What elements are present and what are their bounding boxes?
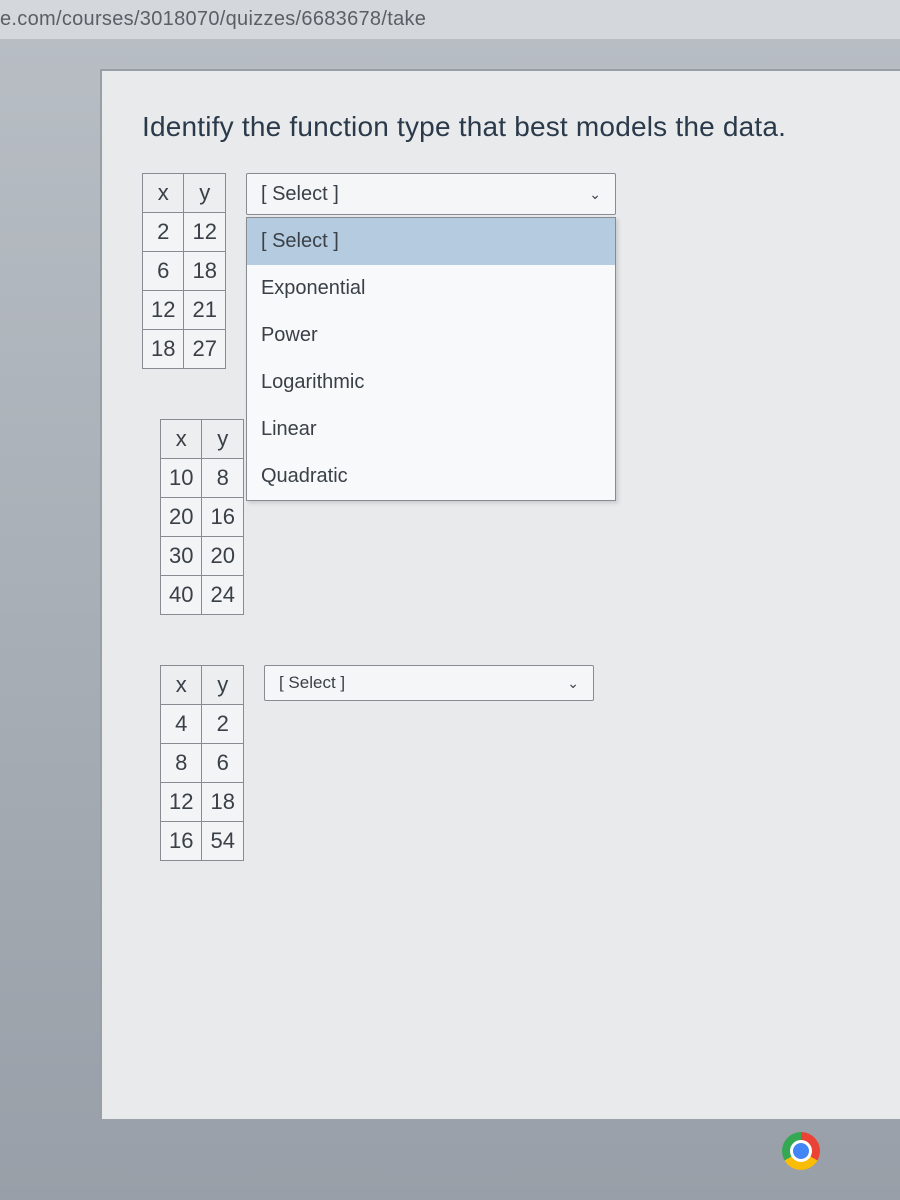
dropdown-option-quadratic[interactable]: Quadratic	[247, 453, 615, 500]
table-row: 86	[161, 744, 244, 783]
function-type-select-3[interactable]: [ Select ] ⌄	[264, 665, 594, 701]
table-row: 212	[143, 213, 226, 252]
dropdown-option-power[interactable]: Power	[247, 312, 615, 359]
url-text: e.com/courses/3018070/quizzes/6683678/ta…	[0, 8, 426, 30]
table-row: 108	[161, 459, 244, 498]
table-header-row: x y	[161, 420, 244, 459]
chrome-icon[interactable]	[782, 1132, 820, 1170]
table-row: 2016	[161, 498, 244, 537]
dropdown-option-linear[interactable]: Linear	[247, 406, 615, 453]
question-prompt: Identify the function type that best mod…	[142, 111, 870, 143]
table-row: 1654	[161, 822, 244, 861]
chevron-down-icon: ⌄	[567, 675, 579, 692]
chevron-down-icon: ⌄	[589, 186, 601, 203]
function-type-select-1[interactable]: [ Select ] ⌄	[246, 173, 616, 215]
col-x: x	[161, 666, 202, 705]
col-x: x	[161, 420, 202, 459]
dropdown-option-exponential[interactable]: Exponential	[247, 265, 615, 312]
dropdown-option-placeholder[interactable]: [ Select ]	[247, 218, 615, 265]
question-row-1: x y 212 618 1221 1827 [ Select ] ⌄ [ Sel…	[142, 173, 870, 369]
col-x: x	[143, 174, 184, 213]
table-row: 4024	[161, 576, 244, 615]
quiz-content: Identify the function type that best mod…	[100, 69, 900, 1119]
select-value: [ Select ]	[279, 673, 345, 693]
table-row: 42	[161, 705, 244, 744]
table-row: 1827	[143, 330, 226, 369]
col-y: y	[202, 420, 243, 459]
col-y: y	[202, 666, 243, 705]
table-row: 618	[143, 252, 226, 291]
url-bar: e.com/courses/3018070/quizzes/6683678/ta…	[0, 0, 900, 39]
data-table-2: x y 108 2016 3020 4024	[160, 419, 244, 615]
data-table-1: x y 212 618 1221 1827	[142, 173, 226, 369]
dropdown-option-logarithmic[interactable]: Logarithmic	[247, 359, 615, 406]
table-header-row: x y	[161, 666, 244, 705]
select-value: [ Select ]	[261, 183, 339, 206]
question-row-3: x y 42 86 1218 1654 [ Select ] ⌄	[160, 665, 870, 861]
table-row: 3020	[161, 537, 244, 576]
dropdown-menu: [ Select ] Exponential Power Logarithmic…	[246, 217, 616, 501]
table-row: 1218	[161, 783, 244, 822]
select-wrap-1: [ Select ] ⌄ [ Select ] Exponential Powe…	[246, 173, 616, 215]
col-y: y	[184, 174, 225, 213]
data-table-3: x y 42 86 1218 1654	[160, 665, 244, 861]
table-row: 1221	[143, 291, 226, 330]
select-wrap-3: [ Select ] ⌄	[264, 665, 594, 701]
table-header-row: x y	[143, 174, 226, 213]
